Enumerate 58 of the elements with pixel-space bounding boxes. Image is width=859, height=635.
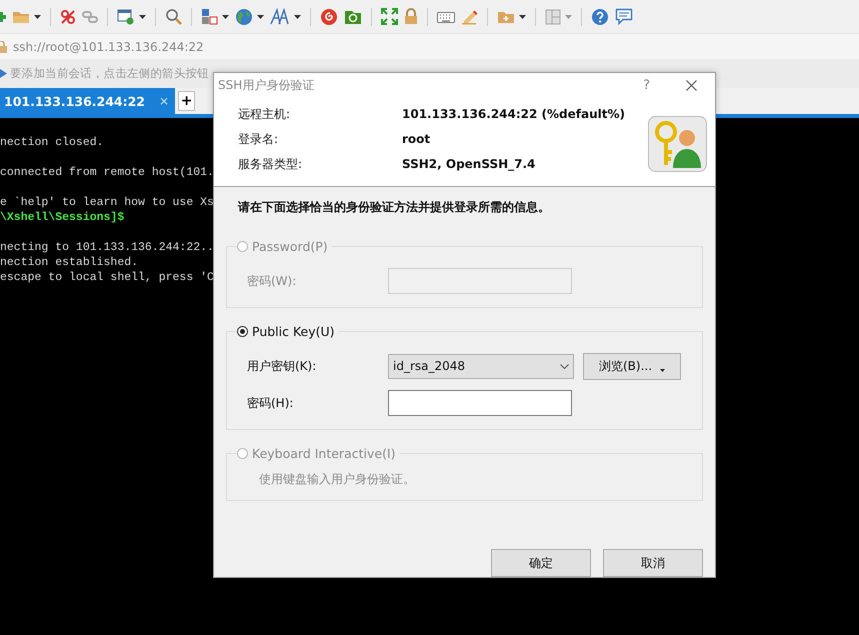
password-field[interactable] xyxy=(388,268,572,294)
font-icon[interactable] xyxy=(270,8,290,25)
chevron-icon xyxy=(560,364,569,368)
info-value: root xyxy=(402,130,432,148)
search-icon[interactable] xyxy=(165,8,182,25)
fullscreen-icon[interactable] xyxy=(381,8,398,25)
info-label: 登录名: xyxy=(238,130,280,148)
info-label: 远程主机: xyxy=(238,106,292,123)
session-tab[interactable]: 101.133.136.244:22 × xyxy=(0,88,176,114)
info-value: 101.133.136.244:22 (%default%) xyxy=(402,106,626,123)
chat-icon[interactable] xyxy=(615,8,633,25)
tab-label: 101.133.136.244:22 xyxy=(4,94,146,108)
keyboard-icon[interactable] xyxy=(437,10,455,24)
info-label: 服务器类型: xyxy=(238,156,304,173)
radio-button[interactable] xyxy=(237,326,248,337)
instruction-text: 请在下面选择恰当的身份验证方法并提供登录所需的信息。 xyxy=(236,199,551,216)
sync-folder-icon[interactable] xyxy=(344,8,362,24)
key-user-icon xyxy=(648,116,707,172)
info-text: 要添加当前会话，点击左侧的箭头按钮 xyxy=(10,66,209,81)
new-tab-button[interactable]: + xyxy=(178,91,196,111)
terminal-line: nection closed. xyxy=(0,135,104,150)
help-icon[interactable] xyxy=(591,8,609,26)
field-label: 密码(H): xyxy=(247,394,294,412)
globe-icon[interactable] xyxy=(235,8,253,26)
field-label: 密码(W): xyxy=(247,272,298,290)
terminal-line: necting to 101.133.136.244:22.. xyxy=(0,240,214,255)
spiral-icon[interactable] xyxy=(320,8,338,26)
pen-icon[interactable] xyxy=(461,8,478,25)
caret-icon[interactable] xyxy=(139,14,146,18)
caret-icon[interactable] xyxy=(222,14,229,18)
disconnect-icon[interactable] xyxy=(60,8,76,24)
caret-icon[interactable] xyxy=(519,14,526,18)
info-value: SSH2, OpenSSH_7.4 xyxy=(402,156,536,173)
terminal-prompt: \Xshell\Sessions]$ xyxy=(0,210,124,225)
transfer-icon[interactable] xyxy=(201,8,218,25)
caret-icon[interactable] xyxy=(34,14,41,18)
dialog-title: SSH用户身份验证 xyxy=(218,76,316,94)
arrow-icon[interactable] xyxy=(0,69,7,78)
terminal-line: escape to local shell, press 'C xyxy=(0,270,214,285)
browse-button[interactable]: 浏览(B)... xyxy=(583,352,681,380)
caret-icon[interactable] xyxy=(294,14,301,18)
option-label[interactable]: Public Key(U) xyxy=(252,324,335,339)
lock-icon[interactable] xyxy=(404,8,418,25)
password-field[interactable] xyxy=(388,390,572,416)
terminal-line: e `help' to learn how to use Xs xyxy=(0,195,214,210)
field-label: 用户密钥(K): xyxy=(247,358,318,374)
close-icon[interactable] xyxy=(686,80,697,91)
help-button[interactable]: ? xyxy=(643,78,650,93)
window-gear-icon[interactable] xyxy=(117,8,135,24)
key-dropdown[interactable]: id_rsa_2048 xyxy=(388,354,574,378)
caret-icon xyxy=(660,368,666,372)
caret-icon[interactable] xyxy=(257,14,264,18)
terminal-line: nection established. xyxy=(0,255,138,270)
dialog-button[interactable]: 取消 xyxy=(603,549,703,577)
dialog-button[interactable]: 确定 xyxy=(491,549,591,577)
method-description: 使用键盘输入用户身份验证。 xyxy=(258,471,416,488)
terminal-line: connected from remote host(101. xyxy=(0,165,214,180)
lock-icon xyxy=(0,40,8,52)
